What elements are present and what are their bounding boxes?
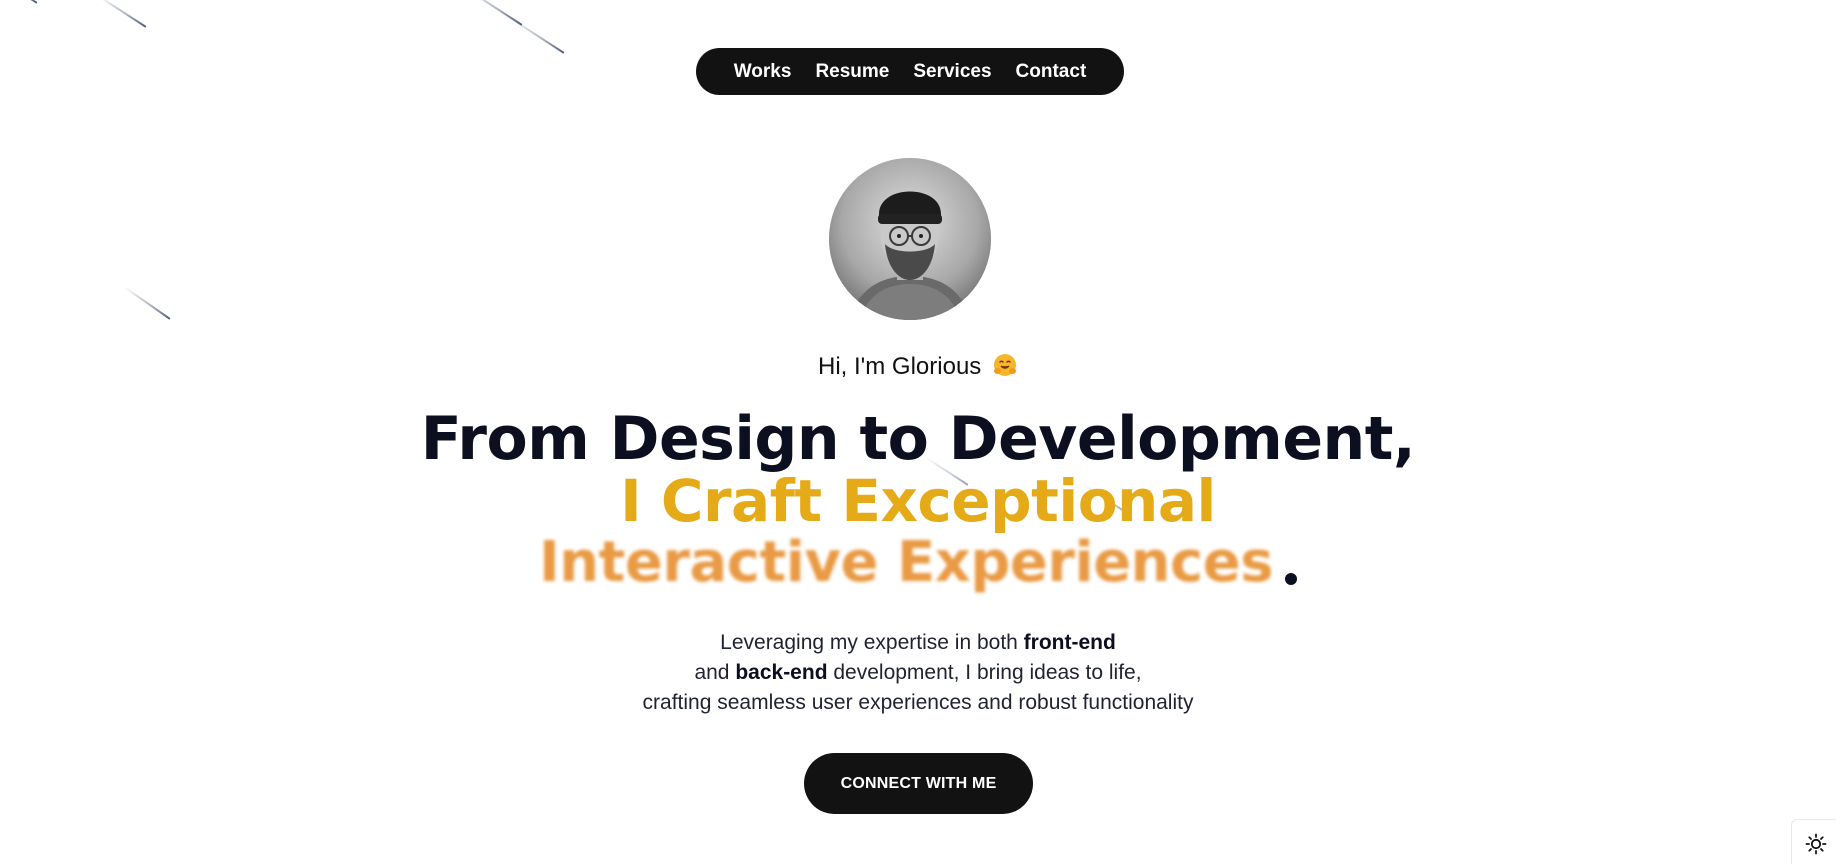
meteor-streak-decoration bbox=[96, 0, 147, 28]
subtitle-line-2: and back-end development, I bring ideas … bbox=[0, 658, 1836, 688]
hugging-face-emoji-icon bbox=[992, 352, 1018, 378]
nav-link-works[interactable]: Works bbox=[734, 61, 792, 83]
greeting: Hi, I'm Glorious bbox=[0, 352, 1836, 381]
meteor-streak-decoration bbox=[123, 286, 171, 320]
headline-line-3-text: Interactive Experiences bbox=[538, 530, 1274, 595]
subtitle-emphasis: back-end bbox=[735, 661, 828, 684]
sun-icon bbox=[1805, 833, 1827, 855]
subtitle-text: development, I bring ideas to life, bbox=[827, 661, 1142, 684]
portfolio-page: Works Resume Services Contact Hi, I'm Gl… bbox=[0, 0, 1836, 864]
headline-period-dot bbox=[1285, 573, 1298, 585]
subtitle-text: Leveraging my expertise in both bbox=[720, 631, 1024, 654]
portrait-photo bbox=[829, 158, 991, 320]
hero-headline: From Design to Development, I Craft Exce… bbox=[0, 408, 1836, 594]
avatar bbox=[829, 158, 991, 320]
nav-link-services[interactable]: Services bbox=[913, 61, 991, 83]
meteor-streak-decoration bbox=[0, 0, 38, 4]
greeting-text: Hi, I'm Glorious bbox=[818, 353, 982, 380]
meteor-streak-decoration bbox=[461, 0, 523, 26]
nav-link-contact[interactable]: Contact bbox=[1016, 61, 1087, 83]
headline-line-2: I Craft Exceptional bbox=[620, 467, 1216, 535]
subtitle-emphasis: front-end bbox=[1023, 631, 1116, 654]
hero-subtitle: Leveraging my expertise in both front-en… bbox=[0, 628, 1836, 718]
theme-toggle-button[interactable] bbox=[1791, 819, 1836, 864]
subtitle-text: and bbox=[694, 661, 736, 684]
nav-link-resume[interactable]: Resume bbox=[815, 61, 889, 83]
headline-line-3: Interactive Experiences bbox=[0, 532, 1836, 594]
meteor-streak-decoration bbox=[509, 17, 565, 54]
subtitle-line-1: Leveraging my expertise in both front-en… bbox=[0, 628, 1836, 658]
headline-line-1: From Design to Development, bbox=[420, 404, 1416, 474]
connect-with-me-button[interactable]: CONNECT WITH ME bbox=[804, 753, 1033, 814]
subtitle-line-3: crafting seamless user experiences and r… bbox=[642, 691, 1194, 714]
main-navbar: Works Resume Services Contact bbox=[696, 48, 1124, 95]
